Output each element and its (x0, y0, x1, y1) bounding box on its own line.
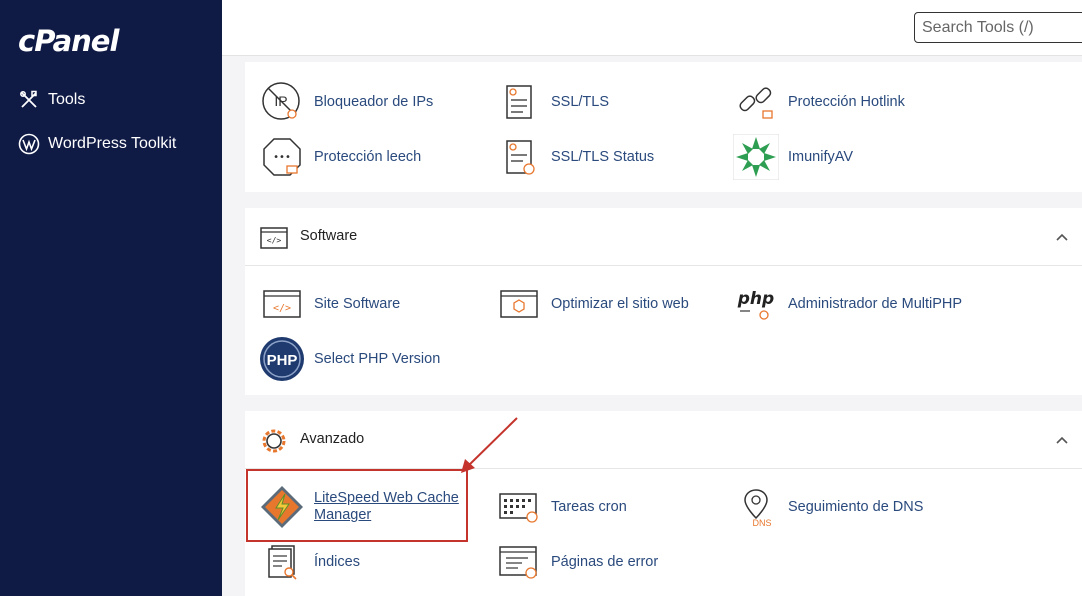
sidebar-item-label: WordPress Toolkit (48, 135, 177, 152)
tool-label: SSL/TLS Status (551, 148, 655, 165)
leech-protection-icon: ••• (259, 134, 305, 180)
svg-text:PHP: PHP (267, 352, 298, 369)
security-panel: IP Bloqueador de IPs SSL/TLS Protección … (245, 62, 1082, 192)
tool-label: Site Software (314, 295, 401, 312)
tool-error-pages[interactable]: Páginas de error (496, 539, 658, 585)
tool-label: ImunifyAV (788, 148, 854, 165)
tool-label: Protección leech (314, 148, 422, 165)
tool-hotlink-protection[interactable]: Protección Hotlink (733, 79, 905, 125)
tool-label: Protección Hotlink (788, 93, 905, 110)
multiphp-icon: php (733, 281, 779, 327)
tool-litespeed-web-cache-manager[interactable]: LiteSpeed Web Cache Manager (259, 484, 464, 530)
tool-label: Administrador de MultiPHP (788, 295, 963, 312)
advanced-panel: Avanzado LiteSpeed Web Cache Manager Tar… (245, 411, 1082, 596)
tool-label: Select PHP Version (314, 350, 441, 367)
code-window-icon: </> (259, 281, 305, 327)
tools-icon (18, 89, 40, 111)
tool-cron-jobs[interactable]: Tareas cron (496, 484, 627, 530)
wordpress-icon (18, 133, 40, 155)
tool-label: Páginas de error (551, 553, 659, 570)
advanced-panel-header[interactable]: Avanzado (245, 411, 1082, 469)
certificate-icon (496, 79, 542, 125)
svg-text:DNS: DNS (752, 518, 771, 528)
tool-label: Índices (314, 553, 360, 570)
sidebar-item-label: Tools (48, 91, 86, 108)
svg-text:</>: </> (273, 303, 291, 314)
tool-indexes[interactable]: Índices (259, 539, 360, 585)
imunifyav-icon (733, 134, 779, 180)
gear-icon (259, 426, 289, 456)
svg-text:php: php (737, 289, 774, 309)
chevron-up-icon[interactable] (1053, 431, 1071, 449)
certificate-status-icon (496, 134, 542, 180)
index-document-icon (259, 539, 305, 585)
location-pin-icon: DNS (733, 484, 779, 530)
tool-label: Bloqueador de IPs (314, 93, 434, 110)
tool-label: Seguimiento de DNS (788, 498, 924, 515)
chain-link-icon (733, 79, 779, 125)
tool-dns-tracking[interactable]: DNS Seguimiento de DNS (733, 484, 923, 530)
tool-select-php-version[interactable]: PHP Select PHP Version (259, 336, 440, 382)
top-header (222, 0, 1082, 56)
error-page-icon (496, 539, 542, 585)
sidebar-item-tools[interactable]: Tools (18, 89, 85, 111)
php-badge-icon: PHP (259, 336, 305, 382)
software-panel-header[interactable]: </> Software (245, 208, 1082, 266)
sidebar: cPanel Tools WordPress Toolkit (0, 0, 222, 596)
tool-imunifyav[interactable]: ImunifyAV (733, 134, 853, 180)
advanced-panel-title: Avanzado (300, 431, 365, 447)
tool-ssl-tls-status[interactable]: SSL/TLS Status (496, 134, 654, 180)
calendar-icon (496, 484, 542, 530)
svg-text:</>: </> (267, 236, 282, 245)
software-panel-title: Software (300, 228, 358, 244)
svg-text:IP: IP (274, 93, 287, 109)
software-panel: </> Software </> Site Software Optimizar… (245, 208, 1082, 395)
cpanel-logo[interactable]: cPanel (18, 24, 119, 58)
tool-optimize-website[interactable]: Optimizar el sitio web (496, 281, 689, 327)
tool-label: Tareas cron (551, 498, 627, 515)
tool-ip-blocker[interactable]: IP Bloqueador de IPs (259, 79, 433, 125)
chevron-up-icon[interactable] (1053, 228, 1071, 246)
tool-label: SSL/TLS (551, 93, 610, 110)
ip-blocker-icon: IP (259, 79, 305, 125)
tool-multiphp-manager[interactable]: php Administrador de MultiPHP (733, 281, 962, 327)
tool-ssl-tls[interactable]: SSL/TLS (496, 79, 609, 125)
svg-text:•••: ••• (273, 152, 291, 163)
tool-label: LiteSpeed Web Cache Manager (314, 490, 459, 523)
litespeed-icon (259, 484, 305, 530)
code-window-icon: </> (259, 223, 289, 253)
optimize-icon (496, 281, 542, 327)
tool-site-software[interactable]: </> Site Software (259, 281, 400, 327)
search-tools-input[interactable] (914, 12, 1082, 43)
sidebar-item-wordpress-toolkit[interactable]: WordPress Toolkit (18, 133, 176, 155)
tool-label: Optimizar el sitio web (551, 295, 689, 312)
tool-leech-protection[interactable]: ••• Protección leech (259, 134, 421, 180)
